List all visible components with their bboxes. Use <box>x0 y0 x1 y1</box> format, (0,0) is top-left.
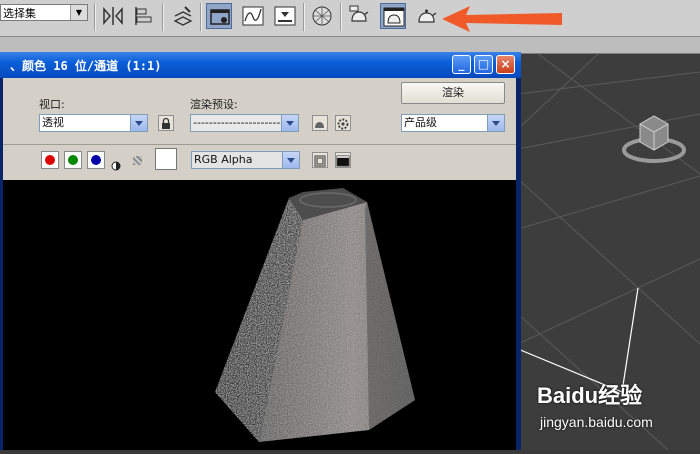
rendered-frame-window-icon <box>383 7 405 27</box>
viewport-dropdown[interactable]: 透视 <box>39 114 148 132</box>
chevron-down-icon[interactable] <box>281 115 298 131</box>
teapot-icon <box>315 122 324 128</box>
blue-channel-toggle[interactable] <box>87 151 105 169</box>
close-button[interactable]: × <box>496 55 515 74</box>
scene-explorer-button[interactable] <box>206 3 232 29</box>
render-production-button[interactable] <box>414 3 440 29</box>
selection-set-dropdown[interactable]: 选择集 ▼ <box>0 4 88 21</box>
red-channel-toggle[interactable] <box>41 151 59 169</box>
scene-explorer-icon <box>210 9 230 25</box>
channel-display-value: RGB Alpha <box>194 153 253 166</box>
chevron-down-icon[interactable] <box>282 152 299 168</box>
render-setup-button[interactable] <box>346 3 372 29</box>
align-icon <box>135 7 152 25</box>
material-editor-icon <box>312 6 332 26</box>
rendered-stone-frustum <box>215 188 415 442</box>
monochrome-toggle[interactable] <box>133 156 142 165</box>
toolbar-separator <box>303 3 305 31</box>
mirror-button[interactable] <box>100 3 126 29</box>
gear-icon <box>337 118 349 130</box>
render-quality-dropdown[interactable]: 产品级 <box>401 114 505 132</box>
render-production-icon <box>418 9 437 23</box>
render-button[interactable]: 渲染 <box>401 82 505 104</box>
color-swatch[interactable] <box>155 148 177 170</box>
render-setup-icon <box>349 5 369 22</box>
toggle-display-button[interactable] <box>312 152 328 168</box>
monitor-icon <box>336 155 350 167</box>
curve-editor-button[interactable] <box>240 3 266 29</box>
viewport-value: 透视 <box>42 116 64 129</box>
render-preset-dropdown[interactable]: -------------------------------- <box>190 114 299 132</box>
green-dot-icon <box>68 155 78 165</box>
maximize-button[interactable]: □ <box>474 55 493 74</box>
viewport-label: 视口: <box>39 98 65 111</box>
mirror-icon <box>103 6 123 26</box>
lock-viewport-button[interactable] <box>158 115 174 131</box>
schematic-view-icon <box>274 6 296 26</box>
layer-manager-icon <box>173 6 193 26</box>
red-dot-icon <box>45 155 55 165</box>
chevron-down-icon[interactable] <box>487 115 504 131</box>
schematic-view-button[interactable] <box>272 3 298 29</box>
minimize-button[interactable]: _ <box>452 55 471 74</box>
toolbar-separator <box>162 3 164 31</box>
alpha-toggle[interactable] <box>111 156 121 175</box>
chevron-down-icon[interactable]: ▼ <box>70 5 87 20</box>
blue-dot-icon <box>91 155 101 165</box>
render-setup-small-button[interactable] <box>312 115 328 131</box>
environment-button[interactable] <box>335 115 351 131</box>
toolbar-separator <box>200 3 202 31</box>
chevron-down-icon[interactable] <box>130 115 147 131</box>
rendered-frame-window: 、颜色 16 位/通道 (1:1) _ □ × 视口: 透视 渲染预设: ---… <box>0 52 521 450</box>
half-circle-icon <box>111 161 121 171</box>
lock-icon <box>162 117 170 129</box>
window-icon <box>314 155 326 167</box>
display-window-button[interactable] <box>335 152 351 168</box>
material-editor-button[interactable] <box>309 3 335 29</box>
curve-editor-icon <box>242 6 264 26</box>
arrow-annotation-icon <box>442 6 562 32</box>
channel-display-dropdown[interactable]: RGB Alpha <box>191 151 300 169</box>
green-channel-toggle[interactable] <box>64 151 82 169</box>
toolbar-separator <box>94 3 96 31</box>
render-quality-value: 产品级 <box>404 116 437 129</box>
watermark-brand: Baidu经验 <box>537 383 643 408</box>
render-window-titlebar[interactable]: 、颜色 16 位/通道 (1:1) _ □ × <box>0 52 521 78</box>
align-button[interactable] <box>132 3 158 29</box>
rendered-frame-window-button[interactable] <box>380 3 406 29</box>
selection-set-value: 选择集 <box>3 7 36 20</box>
channel-toolbar: RGB Alpha <box>3 144 516 173</box>
toolbar-separator <box>340 3 342 31</box>
watermark-url: jingyan.baidu.com <box>540 414 653 430</box>
render-window-body: 视口: 透视 渲染预设: ---------------------------… <box>3 78 516 450</box>
viewcube-icon <box>622 115 686 163</box>
render-preset-label: 渲染预设: <box>190 98 238 111</box>
main-toolbar: 选择集 ▼ <box>0 0 700 37</box>
render-window-title: 、颜色 16 位/通道 (1:1) <box>10 59 162 73</box>
layer-manager-button[interactable] <box>170 3 196 29</box>
render-output-canvas[interactable] <box>3 180 516 450</box>
